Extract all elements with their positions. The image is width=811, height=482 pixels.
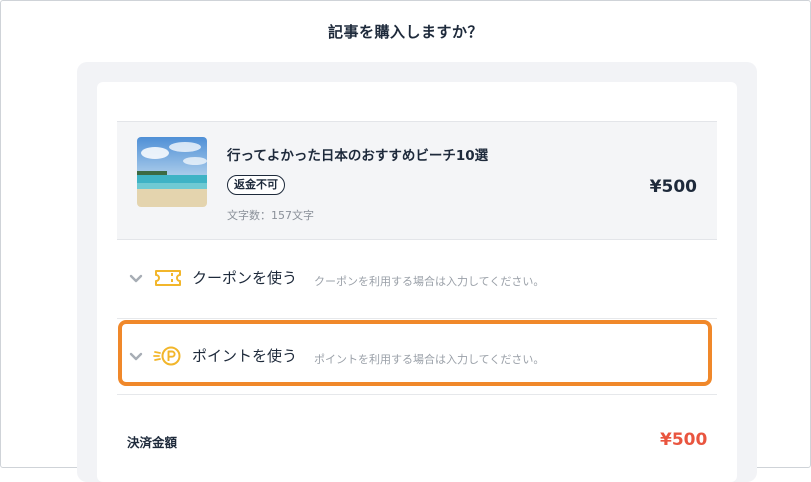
non-refundable-badge: 返金不可: [227, 175, 285, 195]
article-thumbnail: [137, 137, 207, 207]
ticket-icon: [153, 267, 183, 289]
dialog-title: 記事を購入しますか？: [327, 23, 483, 41]
divider: [117, 394, 717, 395]
total-label: 決済金額: [127, 435, 178, 450]
article-price: ¥500: [649, 177, 697, 197]
article-summary: 行ってよかった日本のおすすめビーチ10選 返金不可 文字数：157文字 ¥500: [117, 121, 717, 240]
chevron-down-icon[interactable]: [129, 271, 143, 285]
article-title: 行ってよかった日本のおすすめビーチ10選: [227, 148, 489, 164]
char-count: 文字数：157文字: [227, 209, 314, 222]
point-row-highlight: [118, 320, 712, 386]
coupon-label[interactable]: クーポンを使う: [192, 267, 297, 288]
total-price: ¥500: [660, 430, 708, 450]
divider: [117, 318, 717, 319]
coupon-hint: クーポンを利用する場合は入力してください。: [314, 275, 545, 288]
coupon-row[interactable]: クーポンを使う クーポンを利用する場合は入力してください。: [117, 248, 717, 308]
